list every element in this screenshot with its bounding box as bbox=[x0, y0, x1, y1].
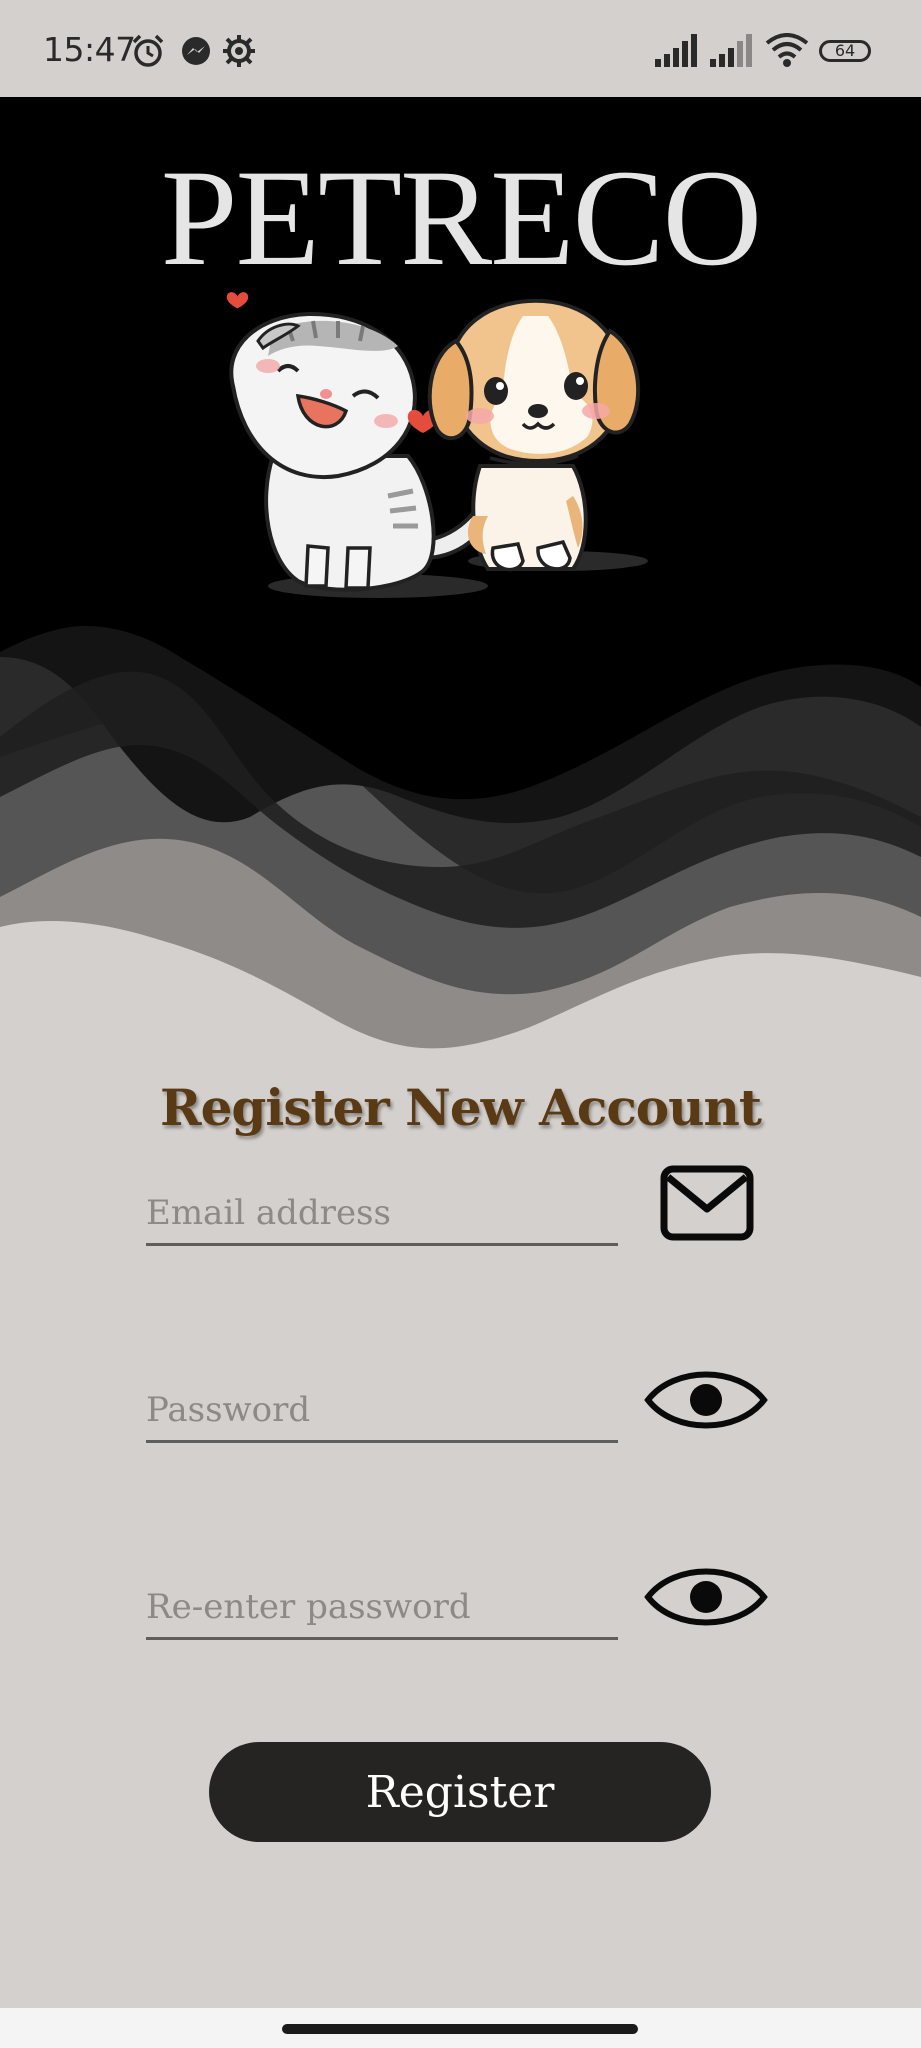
status-bar: 15:47 64 bbox=[0, 0, 921, 97]
messenger-icon bbox=[182, 37, 210, 65]
eye-icon[interactable] bbox=[644, 1561, 768, 1633]
alarm-icon bbox=[132, 34, 164, 67]
navigation-bar bbox=[0, 2008, 921, 2048]
brand-logo: PETRECO bbox=[160, 141, 762, 294]
password-field-container bbox=[146, 1380, 618, 1443]
settings-icon bbox=[223, 35, 255, 67]
password-field[interactable] bbox=[146, 1390, 618, 1430]
email-field-container bbox=[146, 1183, 618, 1246]
cat-illustration bbox=[226, 292, 493, 592]
email-field[interactable] bbox=[146, 1193, 618, 1233]
signal-icon bbox=[710, 34, 752, 67]
status-time: 15:47 bbox=[43, 30, 136, 69]
register-button[interactable]: Register bbox=[209, 1742, 711, 1842]
form-title: Register New Account bbox=[160, 1078, 762, 1137]
eye-icon[interactable] bbox=[644, 1364, 768, 1436]
wifi-icon bbox=[765, 33, 809, 67]
home-gesture-handle[interactable] bbox=[282, 2024, 638, 2034]
battery-icon: 64 bbox=[819, 40, 871, 62]
reenter-password-field-container bbox=[146, 1577, 618, 1640]
hero-banner: PETRECO bbox=[0, 97, 921, 1057]
reenter-password-field[interactable] bbox=[146, 1587, 618, 1627]
cat-and-dog-illustration bbox=[226, 292, 648, 598]
signal-icon bbox=[655, 34, 697, 67]
mail-icon bbox=[660, 1165, 754, 1241]
